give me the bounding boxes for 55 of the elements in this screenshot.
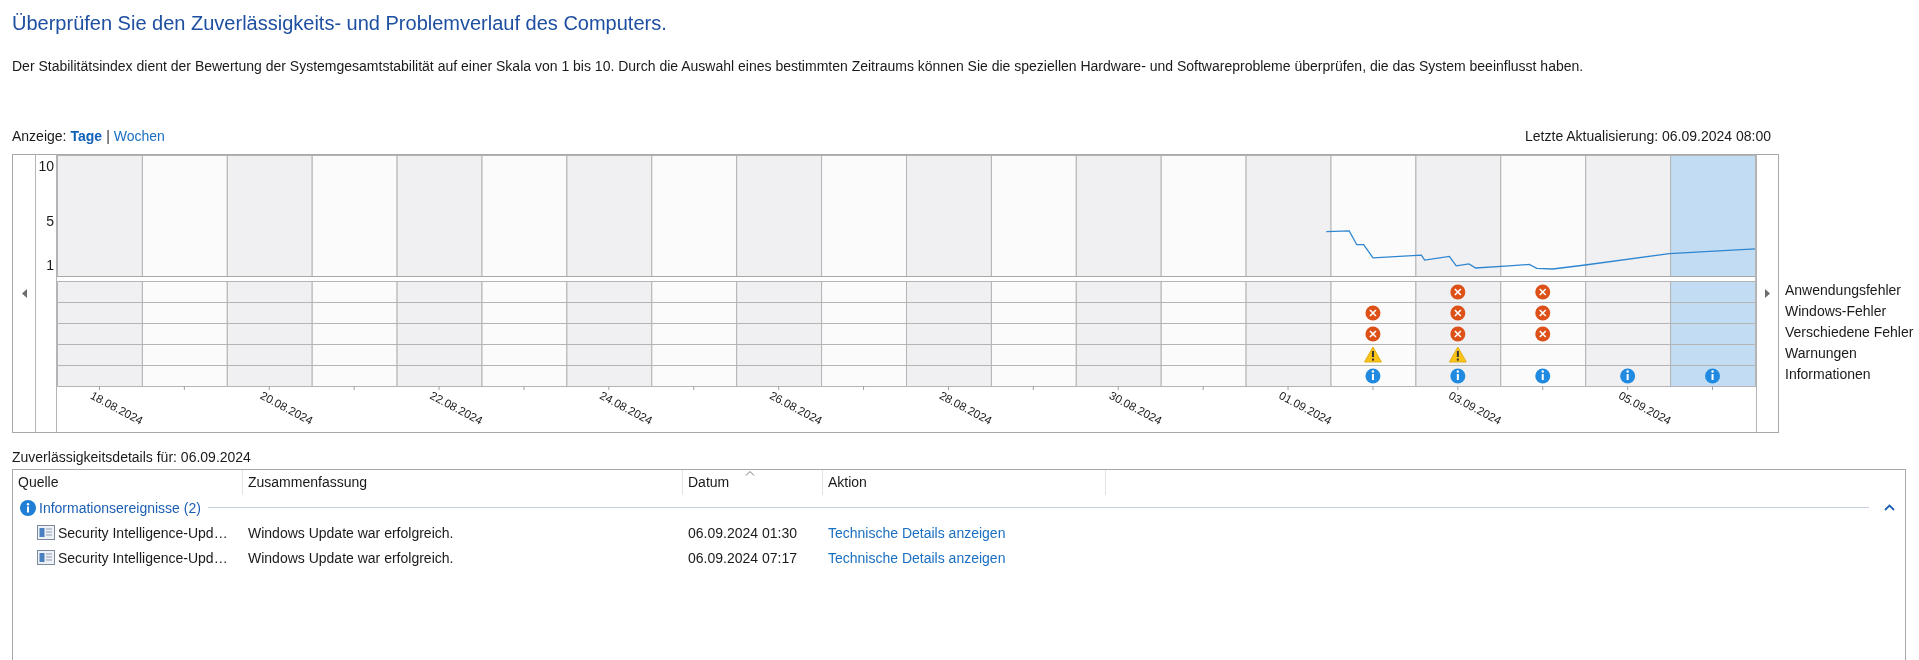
scroll-right-icon[interactable] xyxy=(1765,289,1770,298)
details-link[interactable]: Technische Details anzeigen xyxy=(823,549,1106,566)
day-column[interactable] xyxy=(1670,155,1756,387)
day-column[interactable] xyxy=(1160,155,1247,387)
page-heading: Überprüfen Sie den Zuverlässigkeits- und Problemverlauf des Computers. xyxy=(12,11,668,36)
y-axis-label: 10 xyxy=(38,158,54,174)
summary-cell-text: Windows Update war erfolgreich. xyxy=(247,524,455,541)
info-icon xyxy=(20,499,36,516)
separator: | xyxy=(106,127,110,146)
day-column[interactable] xyxy=(57,155,143,387)
description-text: Der Stabilitätsindex dient der Bewertung der Systemgesamtstabilität auf einer Skala von 1 bis 10. Durch die Auswahl eines bestimmten Zeitraums können Sie die speziellen Hardware- und Softwareprobleme überprüfen, die das System beeinflusst haben. xyxy=(12,57,1585,76)
legend-label: Informationen xyxy=(1785,365,1872,384)
day-column[interactable] xyxy=(226,155,313,387)
day-column[interactable] xyxy=(566,155,653,387)
details-caption: Zuverlässigkeitsdetails für: 06.09.2024 xyxy=(12,448,252,466)
day-column[interactable] xyxy=(821,155,907,387)
day-column[interactable] xyxy=(736,155,823,387)
day-column[interactable] xyxy=(481,155,568,387)
window-icon xyxy=(37,550,55,565)
day-column[interactable] xyxy=(396,155,483,387)
source-cell: Security Intelligence-Upd… xyxy=(58,549,228,566)
day-column[interactable] xyxy=(990,155,1077,387)
column-header[interactable]: Datum xyxy=(683,470,823,495)
view-label: Anzeige: xyxy=(12,127,67,146)
day-column[interactable] xyxy=(1415,155,1502,387)
legend-label: Windows-Fehler xyxy=(1785,302,1888,321)
day-column[interactable] xyxy=(1245,155,1332,387)
column-header[interactable]: Quelle xyxy=(13,470,243,495)
day-column[interactable] xyxy=(141,155,228,387)
view-option-link[interactable]: Wochen xyxy=(113,126,165,146)
summary-cell-text: Windows Update war erfolgreich. xyxy=(247,549,455,566)
y-axis-label: 5 xyxy=(46,213,54,229)
source-cell: Security Intelligence-Upd… xyxy=(58,524,228,541)
day-column[interactable] xyxy=(311,155,398,387)
group-title[interactable]: Informationsereignisse (2) xyxy=(39,499,201,516)
legend-label: Warnungen xyxy=(1785,344,1858,363)
day-column[interactable] xyxy=(906,155,992,387)
last-update-text: Letzte Aktualisierung: 06.09.2024 08:00 xyxy=(1525,127,1771,146)
day-column[interactable] xyxy=(1075,155,1162,387)
day-column[interactable] xyxy=(651,155,738,387)
scroll-left-icon[interactable] xyxy=(21,289,27,298)
y-axis-label: 1 xyxy=(46,257,54,273)
date-cell-text: 06.09.2024 01:30 xyxy=(687,524,798,541)
collapse-chevron-icon[interactable] xyxy=(1884,504,1895,511)
column-header[interactable]: Zusammenfassung xyxy=(243,470,683,495)
details-link[interactable]: Technische Details anzeigen xyxy=(823,524,1106,541)
column-header[interactable]: Aktion xyxy=(823,470,1106,495)
day-column[interactable] xyxy=(1500,155,1587,387)
day-column[interactable] xyxy=(1330,155,1417,387)
window-icon xyxy=(37,525,55,540)
legend-label: Verschiedene Fehler xyxy=(1785,323,1914,342)
view-option-link[interactable]: Tage xyxy=(70,126,103,146)
day-column[interactable] xyxy=(1585,155,1672,387)
date-cell-text: 06.09.2024 07:17 xyxy=(687,549,798,566)
legend-label: Anwendungsfehler xyxy=(1785,281,1902,300)
